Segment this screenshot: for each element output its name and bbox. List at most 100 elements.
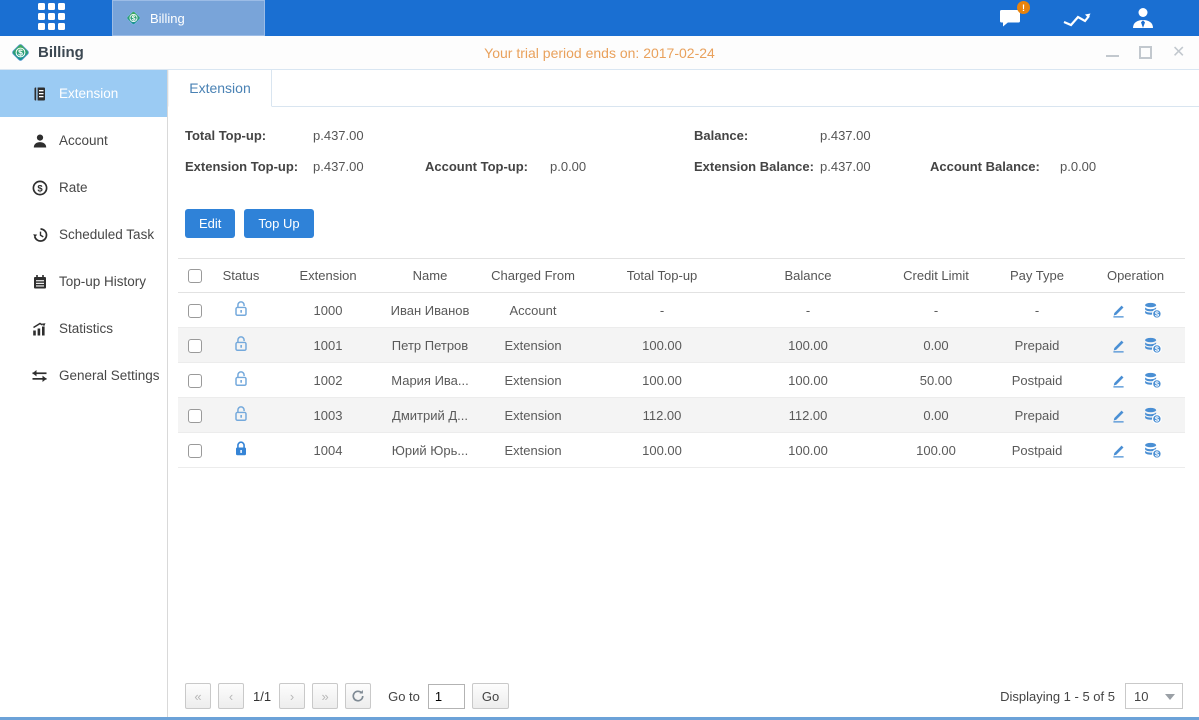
sidebar-item-statistics[interactable]: Statistics bbox=[0, 305, 167, 352]
tab-extension[interactable]: Extension bbox=[168, 70, 272, 107]
cell-credit-limit: 0.00 bbox=[884, 398, 988, 433]
edit-row-icon[interactable] bbox=[1110, 302, 1127, 319]
extension-topup-label: Extension Top-up: bbox=[185, 159, 298, 174]
cell-pay-type: - bbox=[988, 293, 1086, 328]
prev-page-button[interactable]: ‹ bbox=[218, 683, 244, 709]
lock-unlocked-icon[interactable] bbox=[233, 405, 249, 422]
first-page-button[interactable]: « bbox=[185, 683, 211, 709]
sidebar-item-general-settings[interactable]: General Settings bbox=[0, 352, 167, 399]
sidebar-item-label: Top-up History bbox=[59, 274, 146, 289]
cell-name: Петр Петров bbox=[386, 328, 474, 363]
cell-pay-type: Postpaid bbox=[988, 433, 1086, 468]
taskbar-item-billing[interactable]: $ Billing bbox=[112, 0, 265, 36]
lock-locked-icon[interactable] bbox=[233, 440, 249, 457]
sidebar: Extension Account $ Rate bbox=[0, 70, 168, 717]
topup-row-icon[interactable]: $ bbox=[1143, 442, 1162, 459]
cell-name: Дмитрий Д... bbox=[386, 398, 474, 433]
sidebar-item-rate[interactable]: $ Rate bbox=[0, 164, 167, 211]
go-button[interactable]: Go bbox=[472, 683, 509, 709]
edit-button[interactable]: Edit bbox=[185, 209, 235, 238]
row-checkbox[interactable] bbox=[188, 444, 202, 458]
row-checkbox[interactable] bbox=[188, 304, 202, 318]
col-balance: Balance bbox=[732, 259, 884, 293]
col-status: Status bbox=[212, 259, 270, 293]
col-charged-from: Charged From bbox=[474, 259, 592, 293]
page-size-select[interactable]: 10 bbox=[1125, 683, 1183, 709]
app-grid-icon[interactable] bbox=[38, 3, 68, 33]
col-extension: Extension bbox=[270, 259, 386, 293]
cell-pay-type: Prepaid bbox=[988, 328, 1086, 363]
tab-strip: Extension bbox=[168, 70, 1199, 107]
topup-row-icon[interactable]: $ bbox=[1143, 337, 1162, 354]
cell-balance: 100.00 bbox=[732, 363, 884, 398]
sidebar-item-topup-history[interactable]: Top-up History bbox=[0, 258, 167, 305]
row-checkbox[interactable] bbox=[188, 374, 202, 388]
col-operation: Operation bbox=[1086, 259, 1185, 293]
sidebar-item-label: Extension bbox=[59, 86, 118, 101]
window-titlebar: $ Billing Your trial period ends on: 201… bbox=[0, 36, 1199, 70]
maximize-button[interactable] bbox=[1139, 46, 1152, 59]
row-checkbox[interactable] bbox=[188, 409, 202, 423]
notification-badge: ! bbox=[1017, 1, 1030, 14]
account-topup-label: Account Top-up: bbox=[425, 159, 528, 174]
select-all-checkbox[interactable] bbox=[188, 269, 202, 283]
sidebar-item-account[interactable]: Account bbox=[0, 117, 167, 164]
account-balance-label: Account Balance: bbox=[930, 159, 1040, 174]
stats-icon bbox=[31, 321, 48, 337]
cell-extension: 1000 bbox=[270, 293, 386, 328]
sidebar-item-extension[interactable]: Extension bbox=[0, 70, 167, 117]
goto-label: Go to bbox=[388, 689, 420, 704]
cell-pay-type: Prepaid bbox=[988, 398, 1086, 433]
svg-text:$: $ bbox=[132, 16, 136, 23]
sidebar-item-label: General Settings bbox=[59, 368, 160, 383]
cell-total-topup: 100.00 bbox=[592, 328, 732, 363]
topup-row-icon[interactable]: $ bbox=[1143, 372, 1162, 389]
edit-row-icon[interactable] bbox=[1110, 372, 1127, 389]
edit-row-icon[interactable] bbox=[1110, 337, 1127, 354]
reports-chart-icon[interactable] bbox=[1061, 5, 1093, 31]
chevron-down-icon bbox=[1165, 694, 1175, 700]
page-indicator: 1/1 bbox=[253, 689, 271, 704]
last-page-button[interactable]: » bbox=[312, 683, 338, 709]
close-button[interactable]: ✕ bbox=[1172, 46, 1185, 59]
lock-unlocked-icon[interactable] bbox=[233, 300, 249, 317]
extensions-table: Status Extension Name Charged From Total… bbox=[178, 258, 1185, 468]
svg-text:$: $ bbox=[37, 183, 43, 194]
edit-row-icon[interactable] bbox=[1110, 407, 1127, 424]
row-checkbox[interactable] bbox=[188, 339, 202, 353]
extension-topup-value: p.437.00 bbox=[313, 159, 364, 174]
lock-unlocked-icon[interactable] bbox=[233, 335, 249, 352]
cell-charged-from: Account bbox=[474, 293, 592, 328]
refresh-icon[interactable] bbox=[345, 683, 371, 709]
billing-diamond-icon: $ bbox=[125, 7, 142, 29]
pagination-bar: « ‹ 1/1 › » Go to Go Displaying 1 - 5 of… bbox=[185, 682, 1183, 710]
topup-button[interactable]: Top Up bbox=[244, 209, 313, 238]
messages-icon[interactable]: ! bbox=[995, 5, 1027, 31]
next-page-button[interactable]: › bbox=[279, 683, 305, 709]
cell-name: Мария Ива... bbox=[386, 363, 474, 398]
topbar: $ Billing ! bbox=[0, 0, 1199, 36]
account-balance-value: p.0.00 bbox=[1060, 159, 1096, 174]
topup-row-icon[interactable]: $ bbox=[1143, 302, 1162, 319]
topup-row-icon[interactable]: $ bbox=[1143, 407, 1162, 424]
cell-balance: 112.00 bbox=[732, 398, 884, 433]
user-account-icon[interactable] bbox=[1127, 5, 1159, 31]
displaying-text: Displaying 1 - 5 of 5 bbox=[1000, 689, 1115, 704]
lock-unlocked-icon[interactable] bbox=[233, 370, 249, 387]
col-total-topup: Total Top-up bbox=[592, 259, 732, 293]
edit-row-icon[interactable] bbox=[1110, 442, 1127, 459]
page-size-value: 10 bbox=[1134, 689, 1148, 704]
extension-balance-value: p.437.00 bbox=[820, 159, 871, 174]
sidebar-item-label: Rate bbox=[59, 180, 88, 195]
total-topup-label: Total Top-up: bbox=[185, 128, 266, 143]
history-clock-icon bbox=[31, 227, 48, 243]
cell-name: Иван Иванов bbox=[386, 293, 474, 328]
trial-notice: Your trial period ends on: 2017-02-24 bbox=[0, 45, 1199, 61]
cell-extension: 1001 bbox=[270, 328, 386, 363]
goto-page-input[interactable] bbox=[428, 684, 465, 709]
minimize-button[interactable] bbox=[1106, 49, 1119, 57]
balance-label: Balance: bbox=[694, 128, 748, 143]
sidebar-item-scheduled-task[interactable]: Scheduled Task bbox=[0, 211, 167, 258]
table-row: 1003Дмитрий Д...Extension112.00112.000.0… bbox=[178, 398, 1185, 433]
cell-total-topup: 112.00 bbox=[592, 398, 732, 433]
